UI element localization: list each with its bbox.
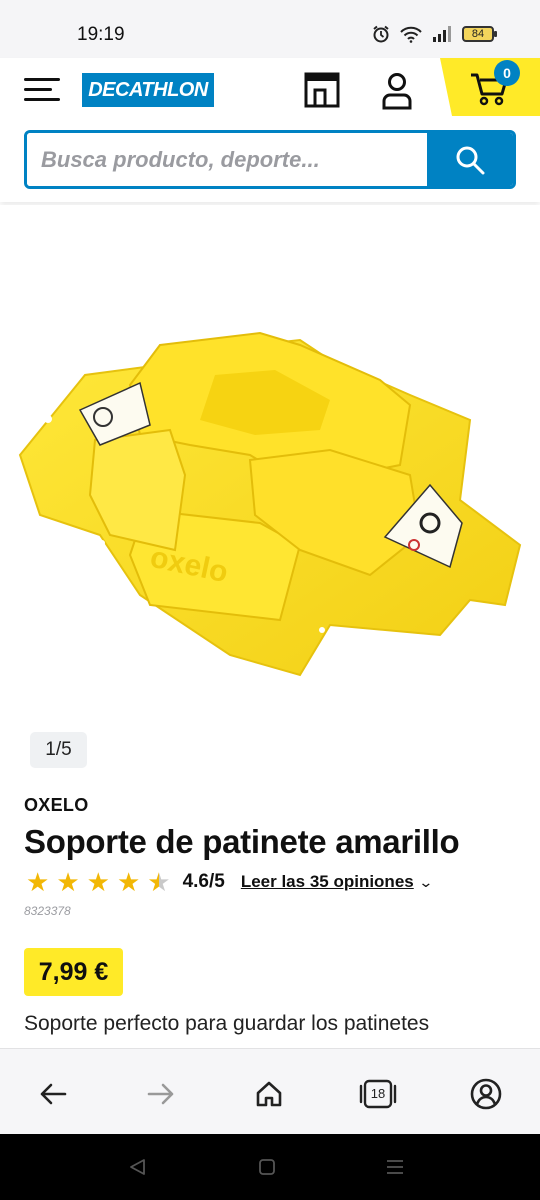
system-home-icon[interactable] — [258, 1158, 276, 1176]
product-image[interactable]: oxelo — [0, 205, 540, 710]
home-button[interactable] — [252, 1077, 286, 1111]
user-icon — [382, 73, 412, 110]
decathlon-logo[interactable]: DECATHLON — [82, 73, 214, 107]
store-button[interactable] — [304, 72, 340, 108]
product-price: 7,99 € — [24, 948, 123, 996]
product-sku: 8323378 — [24, 904, 71, 918]
system-nav-bar — [0, 1134, 540, 1200]
chevron-down-icon[interactable]: ⌄ — [418, 874, 433, 891]
status-time: 19:19 — [77, 24, 125, 45]
rating-row: ★ ★ ★ ★ ★ 4.6/5 Leer las 35 opiniones ⌄ — [26, 866, 433, 898]
half-star-icon: ★ — [147, 867, 171, 897]
account-icon — [470, 1078, 502, 1110]
signal-icon — [433, 26, 451, 42]
status-bar: 19:19 84 — [0, 0, 540, 58]
product-brand[interactable]: OXELO — [24, 795, 89, 816]
product-title: Soporte de patinete amarillo — [24, 823, 460, 860]
tab-count: 18 — [370, 1086, 386, 1101]
forward-button[interactable] — [144, 1077, 178, 1111]
system-recents-icon[interactable] — [386, 1158, 404, 1176]
battery-icon: 84 — [462, 26, 497, 42]
system-back-icon[interactable] — [128, 1158, 146, 1176]
search-input[interactable] — [27, 133, 427, 186]
menu-icon — [24, 78, 60, 81]
forward-icon — [147, 1083, 174, 1105]
account-button[interactable] — [382, 72, 412, 110]
star-icon: ★ — [86, 867, 110, 897]
search-bar — [24, 130, 516, 189]
rating-stars: ★ ★ ★ ★ ★ — [26, 869, 171, 895]
menu-button[interactable] — [24, 78, 60, 104]
back-button[interactable] — [36, 1077, 70, 1111]
image-counter: 1/5 — [30, 732, 87, 768]
store-icon — [304, 72, 340, 108]
alarm-icon — [373, 25, 389, 43]
home-icon — [256, 1081, 282, 1107]
cart-count-badge: 0 — [494, 60, 520, 86]
rating-value: 4.6/5 — [182, 871, 225, 892]
tabs-button[interactable]: 18 — [359, 1077, 397, 1111]
star-icon: ★ — [116, 867, 141, 897]
star-icon: ★ — [26, 867, 50, 897]
product-description: Soporte perfecto para guardar los patine… — [24, 1012, 430, 1035]
reviews-link[interactable]: Leer las 35 opiniones — [241, 872, 414, 892]
star-icon: ★ — [56, 867, 80, 897]
search-icon — [456, 146, 485, 174]
browser-nav-bar: 18 — [0, 1048, 540, 1134]
wifi-icon — [400, 26, 422, 43]
site-header: DECATHLON 0 — [0, 58, 540, 202]
back-icon — [40, 1083, 67, 1105]
status-icons: 84 — [372, 25, 497, 43]
profile-button[interactable] — [469, 1077, 503, 1111]
search-button[interactable] — [427, 133, 513, 186]
scooter-stand-image: oxelo — [18, 331, 522, 677]
